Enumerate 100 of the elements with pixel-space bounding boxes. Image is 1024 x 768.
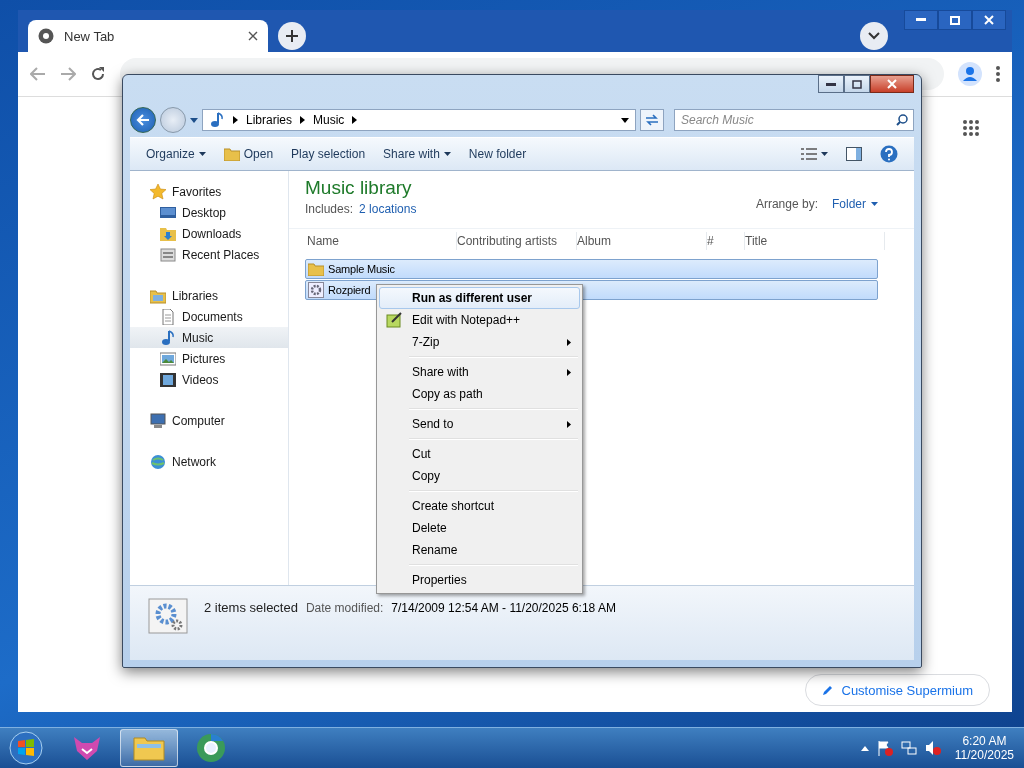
menu-item[interactable]: Send to	[379, 413, 580, 435]
address-bar[interactable]: Libraries Music	[202, 109, 636, 131]
apps-grid-icon[interactable]	[962, 119, 980, 137]
back-button[interactable]	[130, 107, 156, 133]
new-tab-button[interactable]	[278, 22, 306, 50]
browser-logo-icon	[38, 28, 54, 44]
date-modified-value: 7/14/2009 12:54 AM - 11/20/2025 6:18 AM	[391, 601, 616, 615]
minimize-button[interactable]	[818, 75, 844, 93]
close-button[interactable]	[870, 75, 914, 93]
browser-tab[interactable]: New Tab	[28, 20, 268, 52]
submenu-arrow-icon	[567, 420, 571, 428]
arrange-dropdown[interactable]: Folder	[832, 196, 878, 211]
network-icon[interactable]	[900, 740, 917, 756]
show-hidden-icons[interactable]	[860, 745, 869, 751]
fox-icon	[72, 735, 102, 761]
refresh-icon	[645, 114, 659, 126]
windows-logo-icon	[9, 731, 43, 765]
plus-icon	[285, 29, 299, 43]
close-icon	[984, 15, 994, 25]
more-menu-icon[interactable]	[996, 66, 1000, 82]
chevron-right-icon[interactable]	[233, 116, 238, 124]
column-header[interactable]: Album	[577, 232, 707, 250]
submenu-arrow-icon	[567, 368, 571, 376]
file-row[interactable]: Sample Music	[305, 259, 878, 279]
nav-item[interactable]: Favorites	[130, 181, 288, 202]
includes-label: Includes:	[305, 202, 354, 216]
close-button[interactable]	[972, 10, 1006, 30]
libraries-icon	[150, 287, 166, 304]
minimize-button[interactable]	[904, 10, 938, 30]
toolbar-button[interactable]: Play selection	[285, 144, 372, 164]
caret-icon	[871, 201, 878, 206]
caret-icon[interactable]	[621, 117, 629, 123]
history-caret-icon[interactable]	[190, 117, 198, 123]
column-header[interactable]: Title	[745, 232, 885, 250]
search-icon[interactable]	[896, 114, 908, 126]
menu-item[interactable]: Copy as path	[379, 383, 580, 405]
refresh-button[interactable]	[640, 109, 664, 131]
menu-item[interactable]: Create shortcut	[379, 495, 580, 517]
nav-item[interactable]: Recent Places	[130, 244, 288, 265]
nav-item[interactable]: Music	[130, 327, 288, 348]
tab-search-button[interactable]	[860, 22, 888, 50]
pictures-icon	[160, 350, 176, 367]
gear-icon	[308, 282, 324, 298]
menu-item[interactable]: Copy	[379, 465, 580, 487]
column-header[interactable]: #	[707, 232, 745, 250]
film-icon	[160, 371, 176, 388]
taskbar-app[interactable]	[120, 729, 178, 767]
toolbar-button[interactable]: New folder	[462, 144, 533, 164]
profile-icon[interactable]	[958, 62, 982, 86]
folder-icon	[133, 735, 165, 761]
menu-item[interactable]: Properties	[379, 569, 580, 591]
minimize-icon	[826, 82, 836, 86]
locations-link[interactable]: 2 locations	[359, 202, 417, 216]
menu-item[interactable]: Delete	[379, 517, 580, 539]
close-icon	[887, 79, 897, 89]
star-icon	[150, 183, 166, 200]
column-header[interactable]: Name	[307, 232, 457, 250]
clock[interactable]: 6:20 AM 11/20/2025	[954, 734, 1014, 762]
help-icon	[880, 145, 898, 163]
reload-icon[interactable]	[90, 66, 106, 82]
nav-item[interactable]: Downloads	[130, 223, 288, 244]
customise-button[interactable]: Customise Supermium	[804, 674, 990, 706]
back-arrow-icon	[136, 114, 150, 126]
toolbar-button[interactable]: Open	[217, 144, 280, 164]
music-note-icon	[160, 329, 176, 346]
maximize-button[interactable]	[844, 75, 870, 93]
maximize-icon	[950, 15, 960, 25]
folder-icon	[223, 147, 240, 161]
music-note-icon	[209, 112, 225, 128]
browser-logo-icon	[196, 733, 226, 763]
preview-pane-icon	[846, 147, 862, 161]
document-icon	[160, 308, 176, 325]
nav-item[interactable]: Documents	[130, 306, 288, 327]
speaker-muted-icon[interactable]	[924, 740, 941, 756]
toolbar-button[interactable]: Share with	[377, 144, 457, 164]
menu-item[interactable]: Run as different user	[379, 287, 580, 309]
nav-item[interactable]: Computer	[130, 410, 288, 431]
nav-item[interactable]: Network	[130, 451, 288, 472]
breadcrumb-item[interactable]: Libraries	[246, 113, 293, 127]
action-center-icon[interactable]	[876, 740, 893, 756]
breadcrumb-item[interactable]: Music	[313, 113, 345, 127]
nav-item[interactable]: Pictures	[130, 348, 288, 369]
chevron-right-icon[interactable]	[300, 116, 306, 124]
menu-item[interactable]: 7-Zip	[379, 331, 580, 353]
nav-item[interactable]: Libraries	[130, 285, 288, 306]
desktop-icon	[160, 204, 176, 221]
chevron-right-icon[interactable]	[352, 116, 358, 124]
nav-item[interactable]: Desktop	[130, 202, 288, 223]
toolbar-button[interactable]: Organize	[140, 144, 212, 164]
maximize-button[interactable]	[938, 10, 972, 30]
menu-item[interactable]: Cut	[379, 443, 580, 465]
date-modified-label: Date modified:	[305, 601, 384, 615]
column-header[interactable]: Contributing artists	[457, 232, 577, 250]
nav-item[interactable]: Videos	[130, 369, 288, 390]
menu-item[interactable]: Edit with Notepad++	[379, 309, 580, 331]
menu-item[interactable]: Rename	[379, 539, 580, 561]
selection-count: 2 items selected	[204, 600, 298, 615]
search-field[interactable]: Search Music	[674, 109, 914, 131]
start-button[interactable]	[6, 728, 46, 768]
menu-item[interactable]: Share with	[379, 361, 580, 383]
